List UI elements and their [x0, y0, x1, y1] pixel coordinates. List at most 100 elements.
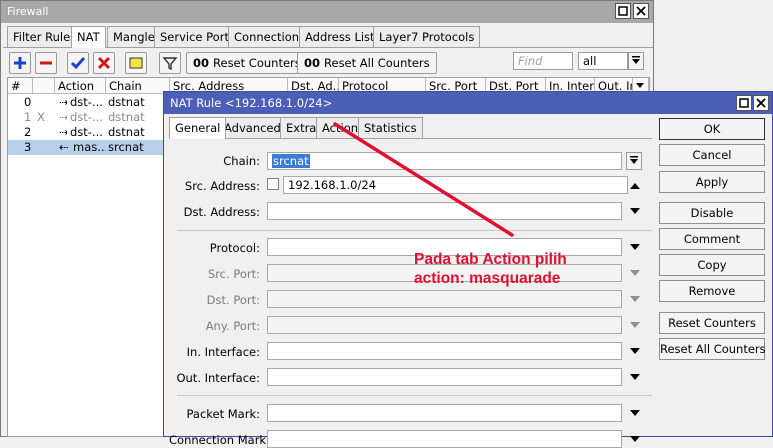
- note-icon: [129, 57, 143, 69]
- row-action: dst-...: [70, 110, 103, 124]
- expand-down-icon[interactable]: [630, 346, 640, 356]
- dst-nat-icon: ⇢: [59, 110, 67, 124]
- maximize-icon[interactable]: [615, 3, 631, 19]
- in-interface-input[interactable]: [267, 342, 622, 360]
- dst-nat-icon: ⇢: [59, 125, 67, 139]
- tab-advanced[interactable]: Advanced: [218, 117, 287, 138]
- row-chain: dstnat: [108, 95, 145, 109]
- row-number: 3: [24, 140, 32, 154]
- packet-mark-input[interactable]: [267, 404, 622, 422]
- reset-counters-button[interactable]: Reset Counters: [659, 312, 765, 334]
- reset-all-counters-button[interactable]: Reset All Counters: [659, 338, 766, 360]
- minus-icon: [40, 61, 52, 65]
- src-port-label: Src. Port:: [207, 267, 260, 281]
- filter-icon: [162, 57, 178, 71]
- window-title: Firewall: [1, 1, 653, 23]
- filter-select[interactable]: all: [578, 52, 628, 70]
- row-number: 1: [24, 110, 32, 124]
- find-input[interactable]: Find: [513, 52, 573, 70]
- add-button[interactable]: [9, 52, 31, 74]
- row-chain: srcnat: [108, 140, 144, 154]
- src-address-invert-checkbox[interactable]: [267, 178, 279, 190]
- collapse-up-icon[interactable]: [630, 181, 640, 191]
- row-action: dst-...: [70, 95, 103, 109]
- general-tab-panel: Chain: srcnat Src. Address: 192.168.1.0/…: [169, 138, 652, 448]
- expand-down-icon[interactable]: [630, 294, 640, 304]
- disable-button[interactable]: [93, 52, 115, 74]
- remove-button[interactable]: Remove: [659, 280, 765, 302]
- expand-down-icon[interactable]: [630, 434, 640, 444]
- check-icon: [70, 57, 86, 70]
- tab-layer7-protocols[interactable]: Layer7 Protocols: [373, 26, 481, 47]
- apply-button[interactable]: Apply: [659, 171, 765, 193]
- col-action[interactable]: Action: [55, 78, 106, 94]
- x-icon: [97, 56, 111, 70]
- cancel-button[interactable]: Cancel: [659, 144, 765, 166]
- tab-action[interactable]: Action: [316, 117, 365, 138]
- reset-counters-button[interactable]: 00 Reset Counters: [186, 52, 308, 74]
- in-interface-label: In. Interface:: [186, 345, 260, 359]
- tab-mangle[interactable]: Mangle: [107, 26, 161, 47]
- enable-button[interactable]: [67, 52, 89, 74]
- remove-button[interactable]: [35, 52, 57, 74]
- src-address-input[interactable]: 192.168.1.0/24: [283, 176, 628, 194]
- connection-mark-label: Connection Mark:: [169, 433, 270, 447]
- annotation-line-1: Pada tab Action pilih: [414, 251, 567, 268]
- any-port-label: Any. Port:: [205, 319, 260, 333]
- close-icon[interactable]: [753, 95, 769, 111]
- protocol-label: Protocol:: [209, 241, 260, 255]
- out-interface-input[interactable]: [267, 368, 622, 386]
- col-flag[interactable]: [33, 78, 55, 94]
- col-number[interactable]: #: [8, 78, 33, 94]
- dst-port-input[interactable]: [267, 290, 622, 308]
- row-number: 0: [24, 95, 32, 109]
- row-flag: X: [37, 110, 45, 124]
- disable-button[interactable]: Disable: [659, 202, 765, 224]
- dst-address-label: Dst. Address:: [183, 205, 260, 219]
- chevron-down-icon: [632, 56, 640, 64]
- plus-icon: [14, 57, 26, 69]
- chevron-down-icon: [636, 83, 644, 88]
- counter-prefix: 00: [304, 56, 321, 70]
- dst-address-input[interactable]: [267, 202, 622, 220]
- comment-button[interactable]: [125, 52, 147, 74]
- chain-dropdown-button[interactable]: [626, 152, 642, 170]
- counter-prefix: 00: [193, 56, 210, 70]
- connection-mark-input[interactable]: [267, 430, 622, 448]
- row-flag: [33, 125, 55, 140]
- out-interface-label: Out. Interface:: [176, 371, 260, 385]
- ok-button[interactable]: OK: [659, 118, 765, 140]
- filter-dropdown-button[interactable]: [628, 52, 644, 70]
- col-chain[interactable]: Chain: [106, 78, 170, 94]
- expand-down-icon[interactable]: [630, 372, 640, 382]
- expand-down-icon[interactable]: [630, 408, 640, 418]
- dialog-title: NAT Rule <192.168.1.0/24>: [164, 92, 772, 114]
- masquerade-icon: ⇠: [59, 140, 69, 154]
- comment-button[interactable]: Comment: [659, 228, 765, 250]
- row-flag: [33, 95, 55, 110]
- chain-select[interactable]: srcnat: [267, 152, 622, 170]
- expand-down-icon[interactable]: [630, 206, 640, 216]
- row-action: mas...: [73, 140, 106, 154]
- tab-general[interactable]: General: [169, 117, 227, 139]
- tab-nat[interactable]: NAT: [71, 26, 106, 48]
- reset-counters-label: Reset Counters: [213, 56, 301, 70]
- expand-down-icon[interactable]: [630, 320, 640, 330]
- chain-value: srcnat: [272, 154, 310, 168]
- filter-button[interactable]: [159, 52, 181, 74]
- annotation-line-2: action: masquarade: [414, 270, 561, 287]
- expand-down-icon[interactable]: [630, 242, 640, 252]
- reset-all-counters-button[interactable]: 00 Reset All Counters: [297, 52, 437, 74]
- close-icon[interactable]: [633, 3, 649, 19]
- tab-statistics[interactable]: Statistics: [358, 117, 423, 138]
- any-port-input[interactable]: [267, 316, 622, 334]
- separator: [177, 230, 652, 231]
- dst-port-label: Dst. Port:: [206, 293, 260, 307]
- maximize-icon[interactable]: [736, 95, 752, 111]
- chain-label: Chain:: [223, 154, 260, 168]
- src-address-label: Src. Address:: [184, 179, 260, 193]
- row-flag: [33, 140, 55, 155]
- copy-button[interactable]: Copy: [659, 254, 765, 276]
- expand-down-icon[interactable]: [630, 268, 640, 278]
- separator: [177, 395, 652, 396]
